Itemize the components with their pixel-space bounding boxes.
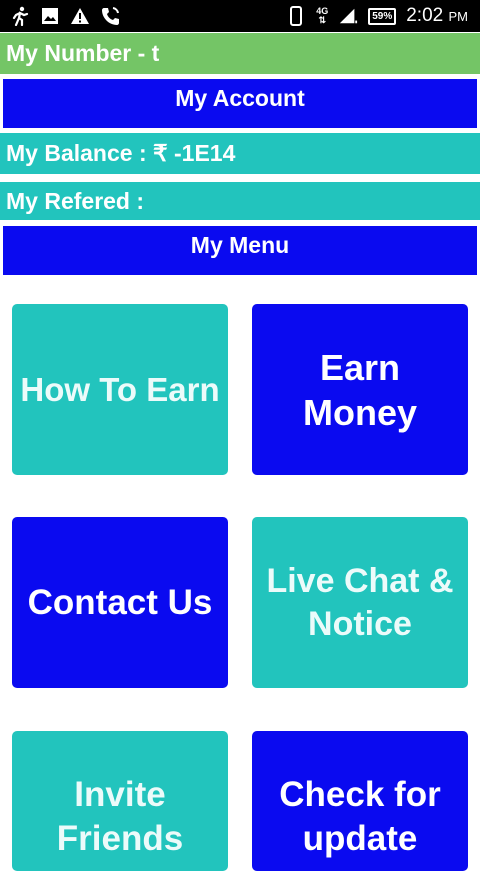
my-balance-label: My Balance : ₹ -1E14 <box>0 133 480 174</box>
earn-money-button[interactable]: Earn Money <box>252 304 468 475</box>
run-icon <box>10 6 30 26</box>
phone-device-icon <box>286 6 306 26</box>
invite-friends-label: Invite Friends <box>56 775 184 858</box>
how-to-earn-label: How To Earn <box>20 370 220 408</box>
live-chat-button[interactable]: Live Chat & Notice <box>252 517 468 688</box>
my-number-label: My Number - t <box>0 33 480 74</box>
phone-call-icon <box>100 6 120 26</box>
clock: 2:02 PM <box>406 5 468 26</box>
warning-icon <box>70 6 90 26</box>
status-bar: 4G ⇅ 59% 2:02 PM <box>0 0 480 32</box>
check-update-button[interactable]: Check for update <box>252 731 468 871</box>
my-refered-label: My Refered : <box>0 182 480 220</box>
image-icon <box>40 6 60 26</box>
invite-friends-button[interactable]: Invite Friends <box>12 731 228 871</box>
network-4g-icon: 4G ⇅ <box>316 6 329 25</box>
my-account-button[interactable]: My Account <box>3 79 477 128</box>
check-update-label: Check for update <box>279 775 441 858</box>
earn-money-label: Earn Money <box>302 346 417 433</box>
contact-us-label: Contact Us <box>27 582 213 622</box>
status-system: 4G ⇅ 59% 2:02 PM <box>286 5 468 27</box>
my-menu-heading: My Menu <box>3 226 477 275</box>
status-notifications <box>10 6 120 26</box>
contact-us-button[interactable]: Contact Us <box>12 517 228 688</box>
battery-icon: 59% <box>368 7 397 25</box>
signal-icon <box>338 6 358 26</box>
live-chat-label: Live Chat & Notice <box>266 562 454 643</box>
how-to-earn-button[interactable]: How To Earn <box>12 304 228 475</box>
